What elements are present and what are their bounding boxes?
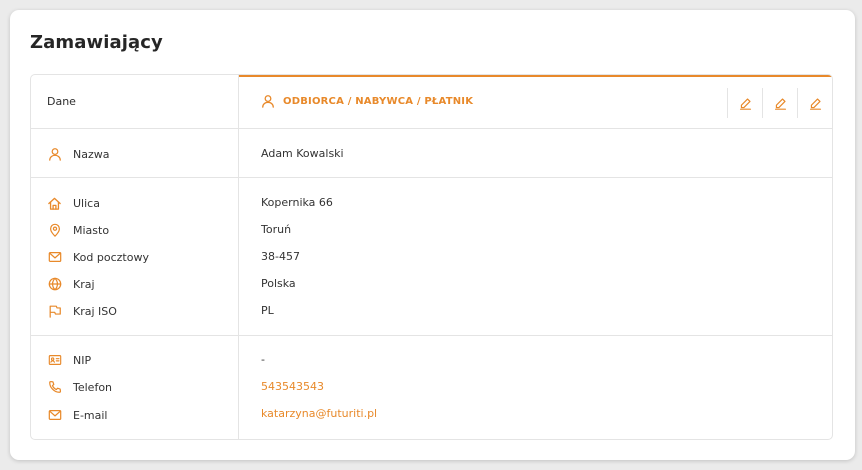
header-data-label: Dane (47, 95, 76, 108)
orderer-card: Zamawiający Dane ODBIORCA / NABYWCA / PŁ… (10, 10, 855, 460)
field-value-iso: PL (261, 303, 274, 317)
orderer-details-table: Dane ODBIORCA / NABYWCA / PŁATNIK Nazwa … (30, 74, 833, 440)
user-icon (47, 147, 62, 162)
mail-icon (47, 250, 62, 265)
field-label-name: Nazwa (47, 146, 109, 162)
id-card-icon (47, 353, 62, 368)
field-value-country: Polska (261, 276, 296, 290)
field-label-nip: NIP (47, 352, 91, 368)
field-label-email: E-mail (47, 407, 108, 423)
edit-button-1[interactable] (727, 88, 762, 118)
edit-button-3[interactable] (797, 88, 832, 118)
field-label-iso: Kraj ISO (47, 303, 117, 319)
field-value-name: Adam Kowalski (261, 146, 344, 160)
field-value-city: Toruń (261, 222, 292, 236)
header-party-role: ODBIORCA / NABYWCA / PŁATNIK (261, 94, 473, 108)
field-value-phone-link[interactable]: 543543543 (261, 378, 324, 394)
globe-icon (47, 277, 62, 292)
flag-icon (47, 304, 62, 319)
field-label-country: Kraj (47, 276, 95, 292)
home-icon (47, 196, 62, 211)
row-divider (31, 128, 832, 129)
pencil-icon (809, 97, 822, 110)
user-icon (261, 94, 275, 108)
pencil-icon (774, 97, 787, 110)
map-pin-icon (47, 223, 62, 238)
mail-icon (47, 408, 62, 423)
field-value-nip: - (261, 352, 265, 366)
section-title: Zamawiający (30, 32, 163, 53)
header-party-role-label: ODBIORCA / NABYWCA / PŁATNIK (283, 95, 474, 107)
edit-button-2[interactable] (762, 88, 797, 118)
field-value-email-link[interactable]: katarzyna@futuriti.pl (261, 405, 377, 421)
phone-icon (47, 380, 62, 395)
pencil-icon (739, 97, 752, 110)
field-label-phone: Telefon (47, 379, 112, 395)
field-label-postal: Kod pocztowy (47, 249, 149, 265)
column-divider (238, 75, 239, 439)
field-value-street: Kopernika 66 (261, 195, 333, 209)
field-value-postal: 38-457 (261, 249, 300, 263)
field-label-street: Ulica (47, 195, 100, 211)
edit-buttons (727, 88, 832, 118)
row-divider (31, 177, 832, 178)
active-column-accent (239, 75, 832, 77)
field-label-city: Miasto (47, 222, 109, 238)
row-divider (31, 335, 832, 336)
